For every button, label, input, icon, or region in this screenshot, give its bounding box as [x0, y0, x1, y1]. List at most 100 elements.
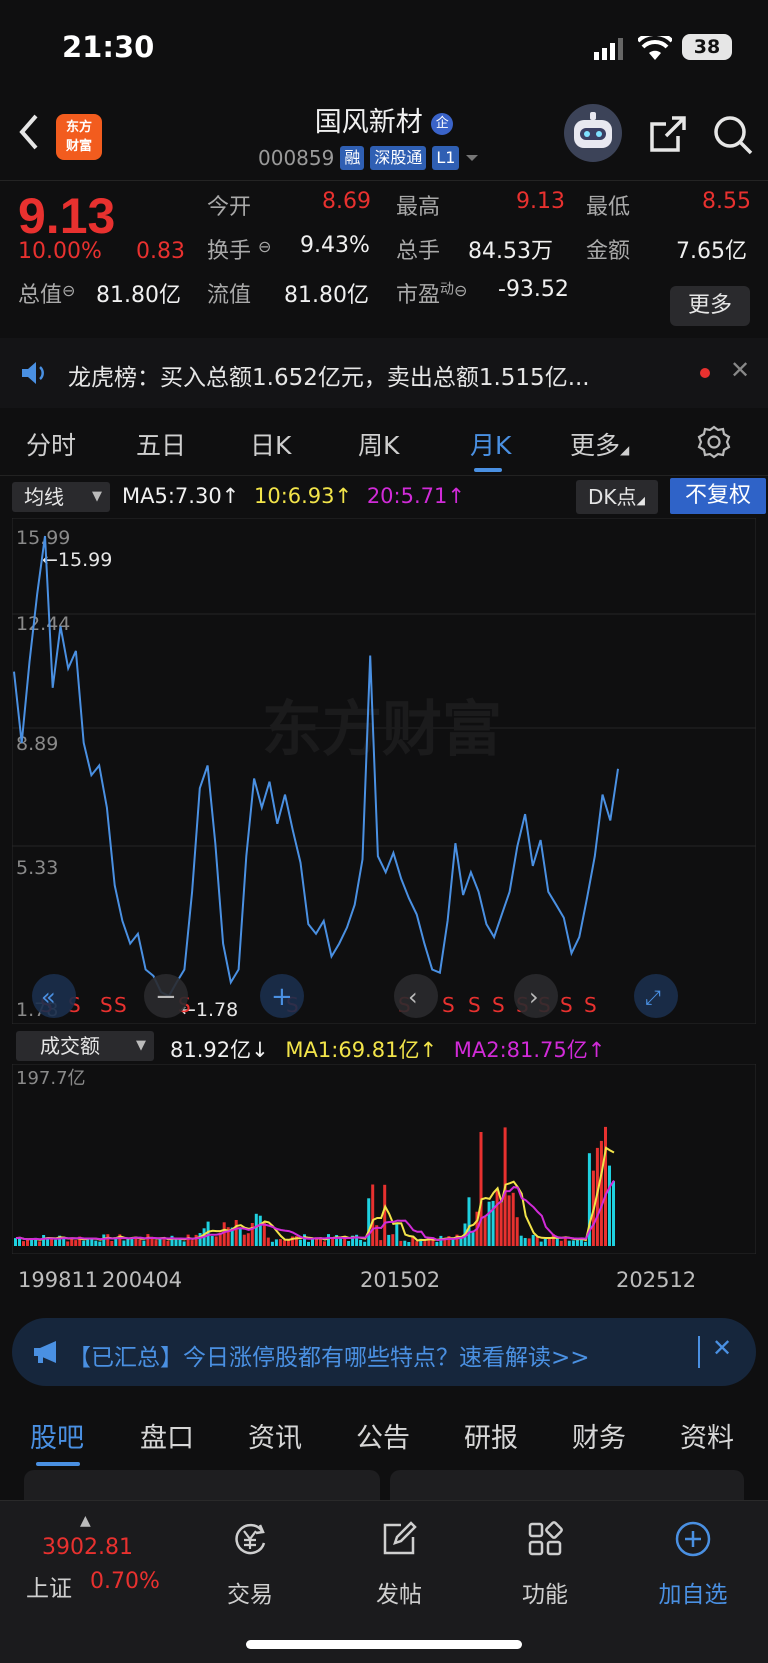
volume-svg: 197.7亿	[11, 1063, 757, 1255]
stock-header: 东方 财富 国风新材 企 000859 融 深股通 L1	[0, 92, 768, 180]
volume-bar	[42, 1235, 46, 1246]
tab-weekly-k[interactable]: 周K	[358, 426, 399, 462]
dragon-tiger-notice[interactable]: 龙虎榜：买入总额1.652亿元，卖出总额1.515亿... ✕	[0, 338, 768, 408]
forum-card[interactable]	[390, 1470, 744, 1500]
volume-bar	[471, 1232, 475, 1246]
index-ticker[interactable]: ▲ 3902.81 上证 0.70%	[20, 1513, 170, 1613]
y-tick-label: 5.33	[16, 857, 58, 879]
enterprise-badge-icon: 企	[431, 113, 454, 135]
volume-bar	[142, 1240, 146, 1246]
tab-more[interactable]: 更多◢	[570, 426, 629, 462]
volume-bar	[106, 1234, 110, 1246]
volume-bar	[238, 1228, 242, 1246]
volume-bar	[559, 1240, 563, 1246]
nav-trade[interactable]: 交易	[195, 1519, 305, 1608]
volume-bar	[383, 1184, 387, 1246]
volume-values: 81.92亿↓ MA1:69.81亿↑ MA2:81.75亿↑	[170, 1034, 605, 1064]
volume-bar	[14, 1238, 17, 1246]
pe-superscript: 动	[440, 281, 455, 298]
caret-down-icon: ▼	[92, 489, 102, 504]
volume-indicator-dropdown[interactable]: 成交额 ▼	[16, 1031, 154, 1061]
double-chevron-left-icon: «	[41, 983, 56, 1011]
tab-announcements[interactable]: 公告	[356, 1416, 410, 1455]
volume-bar	[608, 1165, 611, 1246]
volume-bar	[407, 1242, 411, 1246]
volume-bar	[150, 1238, 154, 1246]
tab-daily-k[interactable]: 日K	[250, 426, 291, 462]
turnover-label-text: 换手	[207, 239, 252, 264]
tab-intraday[interactable]: 分时	[26, 426, 76, 462]
signal-icon	[594, 38, 623, 60]
tab-profile[interactable]: 资料	[680, 1416, 734, 1455]
volume-bar	[604, 1126, 607, 1246]
volume-bar	[114, 1238, 118, 1246]
mktcap-label-text: 总值	[18, 283, 63, 308]
volume-bar	[451, 1239, 455, 1246]
volume-bar	[303, 1234, 306, 1246]
nav-add-watchlist[interactable]: 加自选	[638, 1519, 748, 1608]
kline-chart[interactable]: 东方财富 15.99 12.44 8.89 5.33 1.78 ←15.99 ←…	[11, 517, 757, 1025]
volume-bar	[399, 1240, 403, 1246]
share-icon[interactable]	[648, 114, 688, 154]
settings-gear-icon[interactable]	[696, 424, 732, 460]
ai-assistant-button[interactable]	[564, 104, 622, 162]
volume-chart[interactable]: 197.7亿	[11, 1063, 757, 1255]
volume-bar	[507, 1195, 511, 1246]
news-banner[interactable]: 【已汇总】今日涨停股都有哪些特点？速看解读>> ✕	[12, 1318, 756, 1386]
info-icon[interactable]: ⊖	[62, 281, 75, 300]
volume-bar	[387, 1234, 391, 1246]
change-percent: 10.00%	[18, 239, 102, 264]
no-adjust-button[interactable]: 不复权	[670, 478, 766, 514]
high-label: 最高	[396, 195, 441, 220]
volume-bar	[122, 1240, 126, 1246]
tab-research[interactable]: 研报	[464, 1416, 518, 1455]
tab-orderbook[interactable]: 盘口	[140, 1416, 194, 1455]
indicator-dropdown[interactable]: 均线 ▼	[12, 482, 110, 512]
float-value: 81.80亿	[284, 283, 369, 308]
volume-bar	[483, 1216, 487, 1246]
volume-label: 总手	[396, 239, 441, 264]
tab-news[interactable]: 资讯	[248, 1416, 302, 1455]
ma-legend-row: 均线 ▼ MA5:7.30↑ 10:6.93↑ 20:5.71↑ DK点◢ 不复…	[0, 478, 768, 518]
volume-bar	[579, 1239, 583, 1246]
volume-bar	[495, 1190, 499, 1246]
nav-function[interactable]: 功能	[490, 1519, 600, 1608]
close-icon[interactable]: ✕	[712, 1334, 732, 1362]
volume-bar	[250, 1223, 254, 1246]
s-marker: S	[114, 993, 127, 1017]
tab-monthly-k[interactable]: 月K	[470, 426, 511, 462]
volume-bar	[162, 1239, 166, 1246]
plus-circle-icon	[675, 1521, 711, 1557]
volume-bar	[391, 1234, 395, 1246]
status-time: 21:30	[62, 30, 155, 64]
volume-bar	[102, 1234, 106, 1246]
kline-svg: 东方财富 15.99 12.44 8.89 5.33 1.78 ←15.99 ←…	[11, 517, 757, 1025]
volume-bar	[527, 1238, 531, 1246]
dk-point-button[interactable]: DK点◢	[576, 480, 658, 514]
info-icon[interactable]: ⊖	[258, 237, 271, 256]
float-label: 流值	[207, 283, 252, 308]
stock-name-text: 国风新材	[314, 107, 423, 138]
volume-bar	[359, 1239, 363, 1246]
volume-value: 84.53万	[468, 239, 553, 264]
nav-post[interactable]: 发帖	[344, 1519, 454, 1608]
nav-post-label: 发帖	[376, 1582, 422, 1608]
tab-five-day[interactable]: 五日	[136, 426, 186, 462]
volume-bar	[138, 1239, 142, 1246]
info-icon[interactable]: ⊖	[454, 281, 467, 300]
stock-code-row[interactable]: 000859 融 深股通 L1	[258, 146, 479, 170]
forum-card[interactable]	[24, 1470, 380, 1500]
search-icon[interactable]	[712, 114, 754, 156]
volume-max-label: 197.7亿	[16, 1068, 86, 1089]
volume-bar	[66, 1241, 70, 1246]
bottom-nav: ▲ 3902.81 上证 0.70% 交易 发帖 功能 加自选	[0, 1500, 768, 1663]
s-marker: S	[492, 993, 505, 1017]
tab-financials[interactable]: 财务	[572, 1416, 626, 1455]
tab-forum[interactable]: 股吧	[30, 1416, 84, 1455]
more-button[interactable]: 更多	[670, 286, 750, 326]
close-icon[interactable]: ✕	[730, 356, 750, 384]
level-tag: L1	[432, 146, 460, 170]
volume-bar	[487, 1201, 491, 1246]
volume-bar	[26, 1240, 29, 1246]
s-marker: S	[442, 993, 455, 1017]
